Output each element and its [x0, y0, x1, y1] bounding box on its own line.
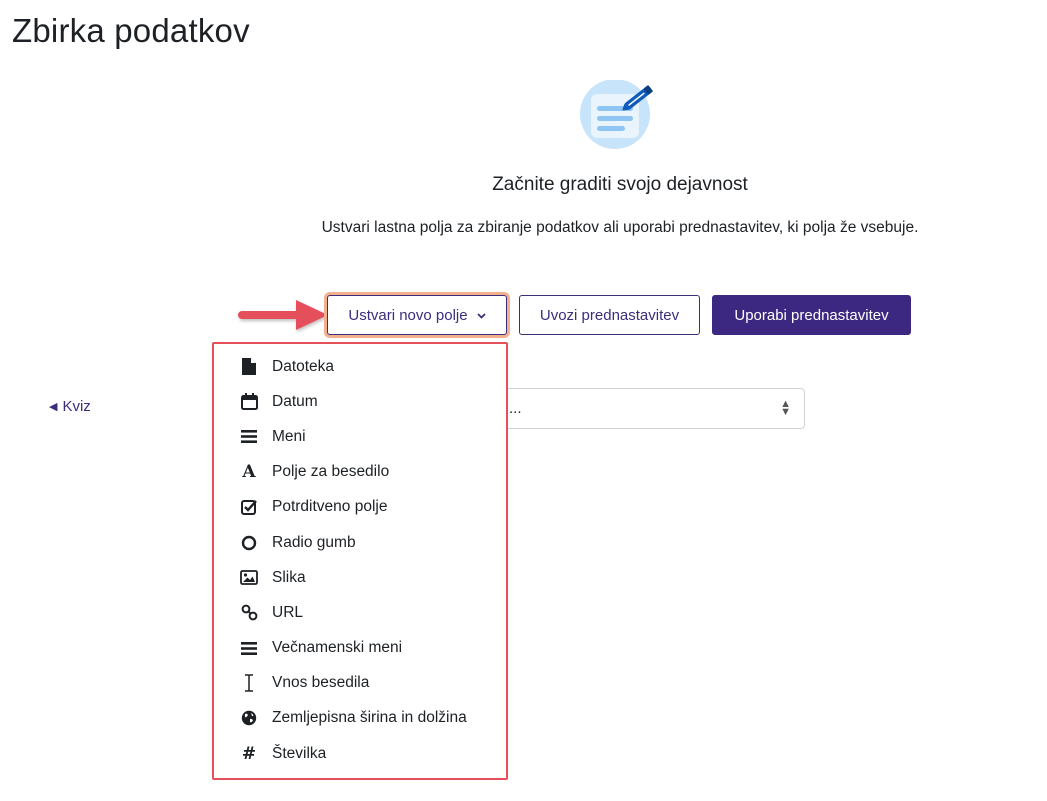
- page-title: Zbirka podatkov: [12, 12, 250, 49]
- globe-icon: [240, 709, 258, 727]
- menu-item-label: Radio gumb: [272, 533, 356, 551]
- link-icon: [240, 604, 258, 622]
- menu-item-label: Večnamenski meni: [272, 639, 403, 657]
- menu-item-label: Datum: [272, 392, 318, 410]
- text-cursor-icon: [240, 674, 258, 693]
- create-field-button[interactable]: Ustvari novo polje: [327, 295, 507, 335]
- import-preset-button[interactable]: Uvozi prednastavitev: [519, 295, 700, 335]
- notepad-pencil-icon: [580, 80, 653, 149]
- create-field-label: Ustvari novo polje: [348, 306, 468, 324]
- menu-item-label: Vnos besedila: [272, 674, 370, 692]
- empty-state-heading: Začnite graditi svojo dejavnost: [492, 174, 748, 195]
- file-icon: [240, 358, 258, 376]
- menu-item-vnos-besedila[interactable]: Vnos besedila: [214, 666, 506, 701]
- checkbox-icon: [240, 498, 258, 516]
- menu-item-potrditveno-polje[interactable]: Potrditveno polje: [214, 490, 506, 525]
- text-field-icon: A: [242, 462, 256, 483]
- menu-item-label: Datoteka: [272, 357, 335, 375]
- use-preset-button[interactable]: Uporabi prednastavitev: [712, 295, 911, 335]
- menu-item-datoteka[interactable]: Datoteka: [214, 349, 506, 384]
- menu-item-label: Polje za besedilo: [272, 463, 390, 481]
- menu-item-label: Zemljepisna širina in dolžina: [272, 709, 467, 727]
- triangle-left-icon: ◀: [49, 401, 58, 413]
- sort-arrows-icon: ▲ ▼: [780, 398, 791, 418]
- calendar-icon: [240, 393, 258, 411]
- menu-item-label: Potrditveno polje: [272, 498, 388, 516]
- chevron-down-icon: [476, 310, 486, 322]
- jump-to-select-value: ...: [509, 400, 522, 417]
- annotation-arrow: [238, 300, 328, 330]
- page: Zbirka podatkov Začnite graditi svojo de…: [0, 0, 1047, 801]
- menu-item-vecnamenski-meni[interactable]: Večnamenski meni: [214, 631, 506, 666]
- menu-item-label: URL: [272, 603, 304, 621]
- image-icon: [240, 569, 258, 587]
- menu-item-label: Številka: [272, 744, 327, 762]
- menu-item-datum[interactable]: Datum: [214, 384, 506, 419]
- menu-item-polje-za-besedilo[interactable]: A Polje za besedilo: [214, 455, 506, 490]
- menu-icon: [240, 428, 258, 446]
- menu-item-url[interactable]: URL: [214, 595, 506, 630]
- multimenu-icon: [240, 639, 258, 657]
- menu-item-label: Slika: [272, 568, 306, 586]
- prev-activity-label: Kviz: [62, 398, 91, 415]
- menu-item-zemljepisna-sirina[interactable]: Zemljepisna širina in dolžina: [214, 701, 506, 736]
- hash-icon: #: [241, 743, 257, 764]
- menu-item-radio-gumb[interactable]: Radio gumb: [214, 525, 506, 560]
- prev-activity-link[interactable]: ◀ Kviz: [49, 398, 91, 415]
- field-type-dropdown: Datoteka Datum Meni A Polje za besedilo …: [212, 342, 508, 780]
- jump-to-select[interactable]: ... ▲ ▼: [497, 388, 805, 429]
- radio-icon: [240, 534, 258, 552]
- menu-item-stevilka[interactable]: # Številka: [214, 736, 506, 771]
- empty-state-description: Ustvari lastna polja za zbiranje podatko…: [321, 219, 919, 236]
- menu-item-meni[interactable]: Meni: [214, 419, 506, 454]
- menu-item-slika[interactable]: Slika: [214, 560, 506, 595]
- menu-item-label: Meni: [272, 427, 306, 445]
